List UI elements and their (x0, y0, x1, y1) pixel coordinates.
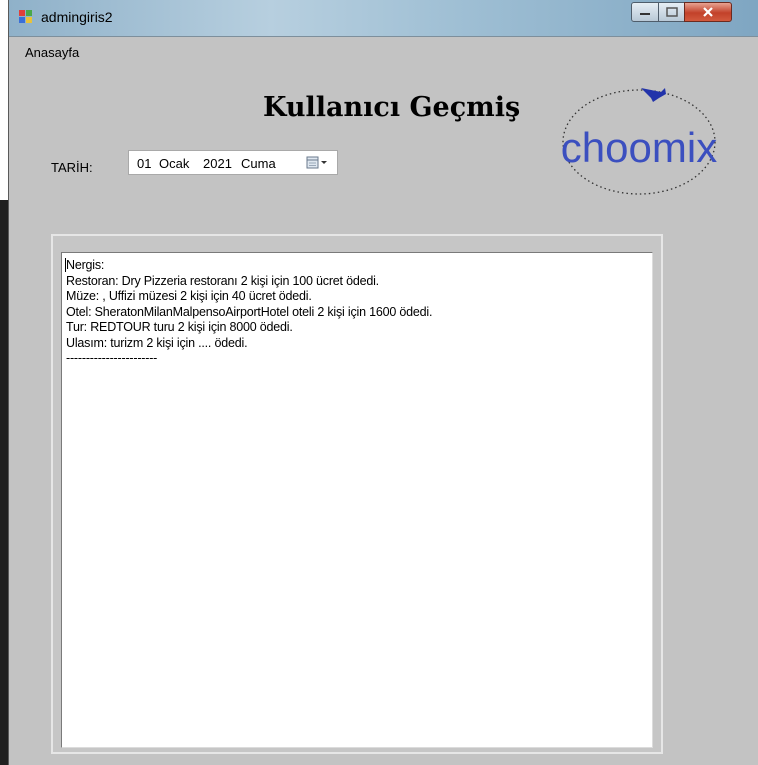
history-line: Müze: , Uffizi müzesi 2 kişi için 40 ücr… (66, 289, 312, 303)
menu-bar: Anasayfa (9, 37, 758, 60)
date-picker[interactable]: 01 Ocak 2021 Cuma (128, 150, 338, 175)
history-line: Restoran: Dry Pizzeria restoranı 2 kişi … (66, 273, 379, 288)
date-month[interactable]: Ocak (159, 156, 189, 171)
window-title: admingiris2 (41, 9, 113, 25)
calendar-dropdown-button[interactable] (305, 154, 333, 172)
maximize-icon (665, 7, 678, 17)
history-line: ----------------------- (66, 351, 158, 365)
minimize-icon (640, 13, 650, 15)
history-line: Nergis: (66, 258, 105, 272)
maximize-button[interactable] (658, 2, 685, 22)
menu-item-anasayfa[interactable]: Anasayfa (25, 45, 79, 60)
date-day[interactable]: 01 (137, 156, 151, 171)
calendar-icon (306, 156, 319, 169)
logo-text: choomix (561, 124, 717, 171)
history-line: Ulasım: turizm 2 kişi için .... ödedi. (66, 335, 248, 350)
close-icon (703, 7, 713, 17)
history-groupbox: Nergis: Restoran: Dry Pizzeria restoranı… (51, 234, 663, 754)
history-line: Otel: SheratonMilanMalpensoAirportHotel … (66, 304, 433, 319)
history-line: Tur: REDTOUR turu 2 kişi için 8000 ödedi… (66, 320, 293, 334)
minimize-button[interactable] (631, 2, 659, 22)
close-button[interactable] (684, 2, 732, 22)
title-bar[interactable]: admingiris2 (9, 0, 758, 37)
airplane-icon (641, 88, 666, 102)
app-icon (19, 10, 33, 24)
history-textbox[interactable]: Nergis: Restoran: Dry Pizzeria restoranı… (61, 252, 653, 748)
date-year[interactable]: 2021 (203, 156, 232, 171)
history-lines: Nergis: Restoran: Dry Pizzeria restoranı… (66, 258, 432, 367)
page-title: Kullanıcı Geçmiş (263, 92, 521, 123)
dropdown-arrow-icon (321, 161, 327, 164)
app-window: admingiris2 Anasayfa Kullanıcı Geçmiş ch… (8, 0, 758, 765)
window-edge (0, 200, 8, 765)
choomix-logo: choomix (561, 88, 717, 195)
date-weekday[interactable]: Cuma (241, 156, 276, 171)
date-label: TARİH: (51, 160, 93, 175)
